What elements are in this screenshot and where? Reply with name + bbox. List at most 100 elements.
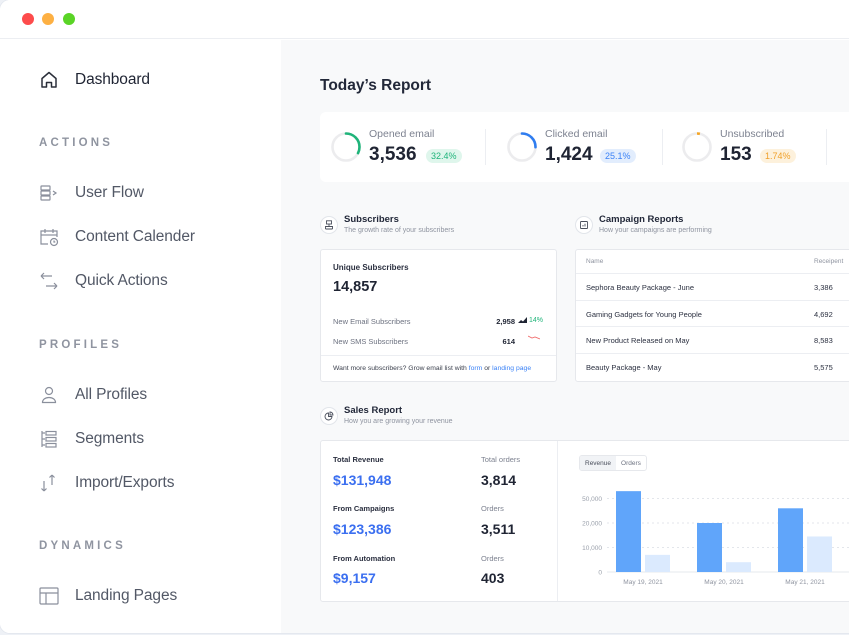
section-subtitle: How your campaigns are performing [599,227,712,234]
footer-text: Want more subscribers? Grow email list w… [333,365,469,372]
campaign-recipients: 4,692 [814,309,833,319]
sidebar-item-label: Dashboard [75,71,150,88]
bar-secondary-0 [645,554,670,572]
table-row[interactable]: New Product Released on May 8,583 [576,327,849,354]
sales-report-card: Total Revenue $131,948 Total orders 3,81… [320,440,849,602]
subscriber-row-sms: New SMS Subscribers 614 [333,335,543,349]
page-title: Today’s Report [320,77,432,94]
y-tick-label: 0 [598,570,602,577]
stat-opened-email[interactable]: Opened email 3,536 32.4% [320,112,485,182]
section-title-profiles: PROFILES [39,339,123,351]
sidebar-item-label: Landing Pages [75,587,178,604]
sidebar-item-label: All Profiles [75,386,148,403]
table-row[interactable]: Sephora Beauty Package - June 3,386 [576,274,849,301]
bar-secondary-2 [807,536,832,572]
trend-value: 14% [528,317,543,324]
section-title-dynamics: DYNAMICS [39,540,126,552]
report-icon [575,216,593,234]
section-title: Subscribers [344,214,399,225]
metric-label: From Automation [333,554,396,563]
campaign-reports-table: Name Receipent Sephora Beauty Package - … [575,249,849,382]
table-header: Name Receipent [576,250,849,274]
stat-value: 1,424 [545,144,593,165]
campaign-name: New Product Released on May [586,336,690,345]
sidebar-item-segments[interactable]: Segments [38,427,144,451]
orders-value: 403 [481,570,505,586]
metric-value: $9,157 [333,570,376,586]
trend-up: 14% [518,317,543,324]
metric-value: $131,948 [333,472,392,488]
orders-label: Orders [481,504,504,513]
trend-up-icon [518,317,528,324]
home-icon [38,69,60,91]
stat-divider [662,129,663,165]
row-label: New Email Subscribers [333,317,411,326]
row-value: 2,958 [496,317,515,326]
footer-text: or [482,365,493,372]
campaign-recipients: 8,583 [814,336,833,345]
stat-badge: 1.74% [760,149,796,163]
stat-clicked-email[interactable]: Clicked email 1,424 25.1% [496,112,661,182]
sidebar-item-dashboard[interactable]: Dashboard [38,68,150,92]
toggle-orders[interactable]: Orders [616,456,646,470]
form-link[interactable]: form [469,365,483,372]
subscribers-icon [320,216,338,234]
maximize-window-button[interactable] [63,13,75,25]
column-header-recipient[interactable]: Receipent [814,258,843,265]
stat-name: Clicked email [545,128,608,140]
table-row[interactable]: Gaming Gadgets for Young People 4,692 [576,301,849,327]
title-bar [0,0,849,39]
orders-value: 3,814 [481,472,517,488]
toggle-revenue[interactable]: Revenue [580,456,617,470]
sales-metrics: Total Revenue $131,948 Total orders 3,81… [321,441,558,601]
sidebar-item-landing-pages[interactable]: Landing Pages [38,584,177,608]
sidebar-item-content-calender[interactable]: Content Calender [38,225,195,249]
section-title-actions: ACTIONS [39,137,114,149]
stat-unsubscribed[interactable]: Unsubscribed 153 1.74% [671,112,836,182]
pie-chart-icon [320,407,338,425]
y-tick-label: 10,000 [582,545,602,552]
sidebar-item-all-profiles[interactable]: All Profiles [38,383,147,407]
layout-icon [38,585,60,607]
close-window-button[interactable] [22,13,34,25]
row-value: 614 [502,337,515,346]
metric-value: $123,386 [333,521,392,537]
segments-icon [38,428,60,450]
orders-label: Total orders [481,455,521,464]
table-row[interactable]: Beauty Package - May 5,575 [576,354,849,381]
bar-secondary-1 [726,562,751,572]
sidebar-item-quick-actions[interactable]: Quick Actions [38,269,168,293]
subscriber-row-email: New Email Subscribers 2,958 14% [333,317,543,329]
sidebar: Dashboard ACTIONS User Flow Content Cale… [0,40,281,633]
sidebar-item-label: Import/Exports [75,474,175,491]
x-tick-label: May 21, 2021 [785,579,825,586]
progress-ring [682,132,712,162]
stat-name: Unsubscribed [720,128,785,140]
minimize-window-button[interactable] [42,13,54,25]
main-content: Today’s Report Opened email 3,536 32.4% … [281,40,849,633]
campaign-name: Gaming Gadgets for Young People [586,309,702,319]
arrows-exchange-icon [38,270,60,292]
stat-name: Opened email [369,128,435,140]
y-tick-label: 20,000 [582,521,602,528]
stat-value: 153 [720,144,752,165]
section-title: Campaign Reports [599,214,684,225]
metric-label: From Campaigns [333,504,395,513]
sidebar-item-label: Quick Actions [75,272,168,289]
column-header-name[interactable]: Name [586,258,603,265]
sidebar-item-import-exports[interactable]: Import/Exports [38,471,174,495]
progress-ring [507,132,537,162]
calendar-clock-icon [38,226,60,248]
subscribers-footer: Want more subscribers? Grow email list w… [321,355,556,381]
bar-primary-2 [778,508,803,572]
landing-page-link[interactable]: landing page [492,365,531,372]
x-tick-label: May 19, 2021 [623,579,663,586]
todays-report-stats: Opened email 3,536 32.4% Clicked email 1… [320,112,849,182]
stat-divider [826,129,827,165]
stat-badge: 32.4% [426,149,462,163]
sidebar-item-user-flow[interactable]: User Flow [38,181,144,205]
orders-value: 3,511 [481,521,516,537]
campaign-name: Sephora Beauty Package - June [586,283,694,292]
revenue-orders-toggle: Revenue Orders [579,455,647,471]
unique-subscribers-label: Unique Subscribers [333,263,409,272]
